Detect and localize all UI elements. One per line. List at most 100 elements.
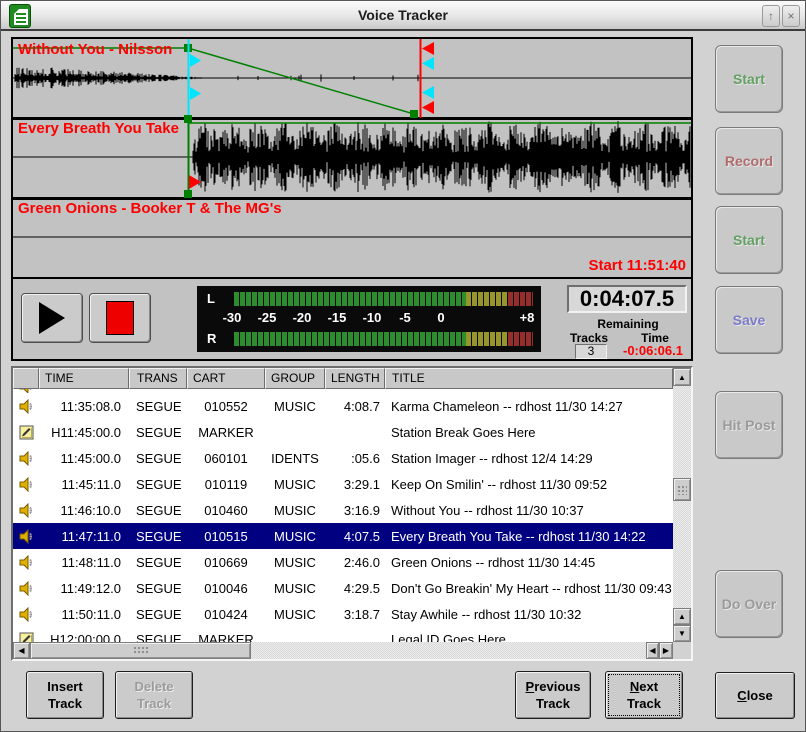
vertical-scroll-thumb[interactable] <box>673 478 691 501</box>
stop-button[interactable] <box>89 293 151 343</box>
scroll-right-icon[interactable]: ▶ <box>659 642 673 659</box>
column-header-cart[interactable]: CART <box>187 368 265 389</box>
row-type-icon-cell <box>13 425 39 440</box>
hit-post-button[interactable]: Hit Post <box>715 391 783 459</box>
row-cell <box>265 627 325 632</box>
row-cell: H11:45:00.0 <box>39 425 129 440</box>
row-type-icon-cell <box>13 627 39 642</box>
voice-tracker-window: Voice Tracker ↑ × Without You - Nilsson … <box>0 0 806 732</box>
row-cell: 11:50:11.0 <box>39 607 129 622</box>
speaker-icon <box>19 451 34 466</box>
table-row[interactable]: 11:45:11.0SEGUE010119MUSIC3:29.1Keep On … <box>13 471 673 497</box>
save-button[interactable]: Save <box>715 286 783 354</box>
row-cell: 3:29.1 <box>325 477 385 492</box>
play-icon <box>39 302 65 334</box>
row-cell: SEGUE <box>129 477 187 492</box>
fade-handle[interactable] <box>410 110 418 118</box>
titlebar[interactable]: Voice Tracker ↑ × <box>1 1 805 31</box>
row-type-icon-cell <box>13 529 39 544</box>
row-cell: 010046 <box>187 581 265 596</box>
row-type-icon-cell <box>13 503 39 518</box>
scrollbar-corner <box>673 642 691 659</box>
waveform-display[interactable] <box>13 39 691 277</box>
row-cell: 11:45:11.0 <box>39 477 129 492</box>
row-cell: 010424 <box>187 607 265 622</box>
marker-handle[interactable] <box>422 86 434 99</box>
column-header-time[interactable]: TIME <box>39 368 129 389</box>
waveform-area[interactable]: Without You - Nilsson Every Breath You T… <box>13 39 691 279</box>
fade-handle[interactable] <box>184 115 192 123</box>
log-table-body: 11:35:08.0SEGUE010552MUSIC4:08.7Karma Ch… <box>13 389 673 642</box>
play-button[interactable] <box>21 293 83 343</box>
start2-button[interactable]: Start <box>715 206 783 274</box>
marker-note-icon <box>19 632 34 642</box>
row-cell: 060101 <box>187 451 265 466</box>
next-track-button[interactable]: Next Track <box>605 671 683 719</box>
meter-scale-label: -25 <box>258 310 277 325</box>
close-window-icon[interactable]: × <box>782 5 800 27</box>
meter-scale-label: -30 <box>223 310 242 325</box>
row-cell: 3:16.9 <box>325 503 385 518</box>
speaker-icon <box>19 581 34 596</box>
remaining-tracks-label: Tracks <box>559 331 619 345</box>
meter-scale-label: 0 <box>437 310 444 325</box>
column-header-icon[interactable] <box>13 368 39 389</box>
table-row[interactable]: 11:35:08.0SEGUE010552MUSIC4:08.7Karma Ch… <box>13 393 673 419</box>
start1-button[interactable]: Start <box>715 45 783 113</box>
vertical-scrollbar[interactable]: ▲ ▲ ▼ <box>673 368 691 642</box>
marker-handle[interactable] <box>190 54 201 67</box>
table-row[interactable]: H11:45:00.0SEGUEMARKERStation Break Goes… <box>13 419 673 445</box>
row-cell: MUSIC <box>265 399 325 414</box>
row-cell: 11:47:11.0 <box>39 529 129 544</box>
table-row[interactable]: 11:49:12.0SEGUE010046MUSIC4:29.5Don't Go… <box>13 575 673 601</box>
scroll-left-icon[interactable]: ◀ <box>13 642 30 659</box>
meter-scale-label: -20 <box>293 310 312 325</box>
row-cell: SEGUE <box>129 581 187 596</box>
table-row[interactable]: H12:00:00.0SEGUEMARKERLegal ID Goes Here <box>13 627 673 642</box>
column-header-title[interactable]: TITLE <box>385 368 673 389</box>
column-header-trans[interactable]: TRANS <box>129 368 187 389</box>
scroll-up-icon[interactable]: ▲ <box>673 368 691 386</box>
table-row[interactable]: 11:48:11.0SEGUE010669MUSIC2:46.0Green On… <box>13 549 673 575</box>
table-row[interactable]: 11:46:10.0SEGUE010460MUSIC3:16.9Without … <box>13 497 673 523</box>
fade-handle[interactable] <box>184 190 192 198</box>
record-button[interactable]: Record <box>715 127 783 195</box>
row-cell: Keep On Smilin' -- rdhost 11/30 09:52 <box>385 477 673 492</box>
shade-window-icon[interactable]: ↑ <box>762 5 780 27</box>
marker-handle[interactable] <box>422 57 434 70</box>
scroll-up-icon[interactable]: ▲ <box>673 608 691 625</box>
row-cell: SEGUE <box>129 451 187 466</box>
row-cell: SEGUE <box>129 529 187 544</box>
row-type-icon-cell <box>13 477 39 492</box>
right-meter-bar <box>234 332 533 346</box>
row-cell: MUSIC <box>265 529 325 544</box>
table-row[interactable]: 11:47:11.0SEGUE010515MUSIC4:07.5Every Br… <box>13 523 673 549</box>
insert-track-button[interactable]: Insert Track <box>26 671 104 719</box>
close-button[interactable]: Close <box>715 672 795 719</box>
marker-handle[interactable] <box>422 101 434 114</box>
marker-handle[interactable] <box>422 42 434 55</box>
elapsed-time-display: 0:04:07.5 <box>567 285 687 313</box>
table-row[interactable]: 11:45:00.0SEGUE060101IDENTS:05.6Station … <box>13 445 673 471</box>
horizontal-scrollbar[interactable]: ◀ ◀ ▶ <box>13 642 673 659</box>
row-cell: MUSIC <box>265 555 325 570</box>
horizontal-scroll-thumb[interactable] <box>30 642 251 659</box>
scroll-down-icon[interactable]: ▼ <box>673 625 691 642</box>
table-row[interactable]: 11:50:11.0SEGUE010424MUSIC3:18.7Stay Awh… <box>13 601 673 627</box>
row-cell: 11:49:12.0 <box>39 581 129 596</box>
right-channel-label: R <box>207 331 227 346</box>
delete-track-button[interactable]: Delete Track <box>115 671 193 719</box>
scroll-left-icon[interactable]: ◀ <box>646 642 659 659</box>
row-type-icon-cell <box>13 451 39 466</box>
column-header-group[interactable]: GROUP <box>265 368 325 389</box>
previous-track-button[interactable]: Previous Track <box>515 671 591 719</box>
track3-title: Green Onions - Booker T & The MG's <box>18 200 282 217</box>
row-cell: Station Break Goes Here <box>385 425 673 440</box>
marker-handle[interactable] <box>190 87 201 100</box>
row-cell <box>325 627 385 632</box>
column-header-length[interactable]: LENGTH <box>325 368 385 389</box>
remaining-label: Remaining <box>553 317 703 331</box>
do-over-button[interactable]: Do Over <box>715 570 783 638</box>
audio-level-meter: L -30-25-20-15-10-50+8 R <box>197 286 541 352</box>
track1-title: Without You - Nilsson <box>18 41 172 58</box>
